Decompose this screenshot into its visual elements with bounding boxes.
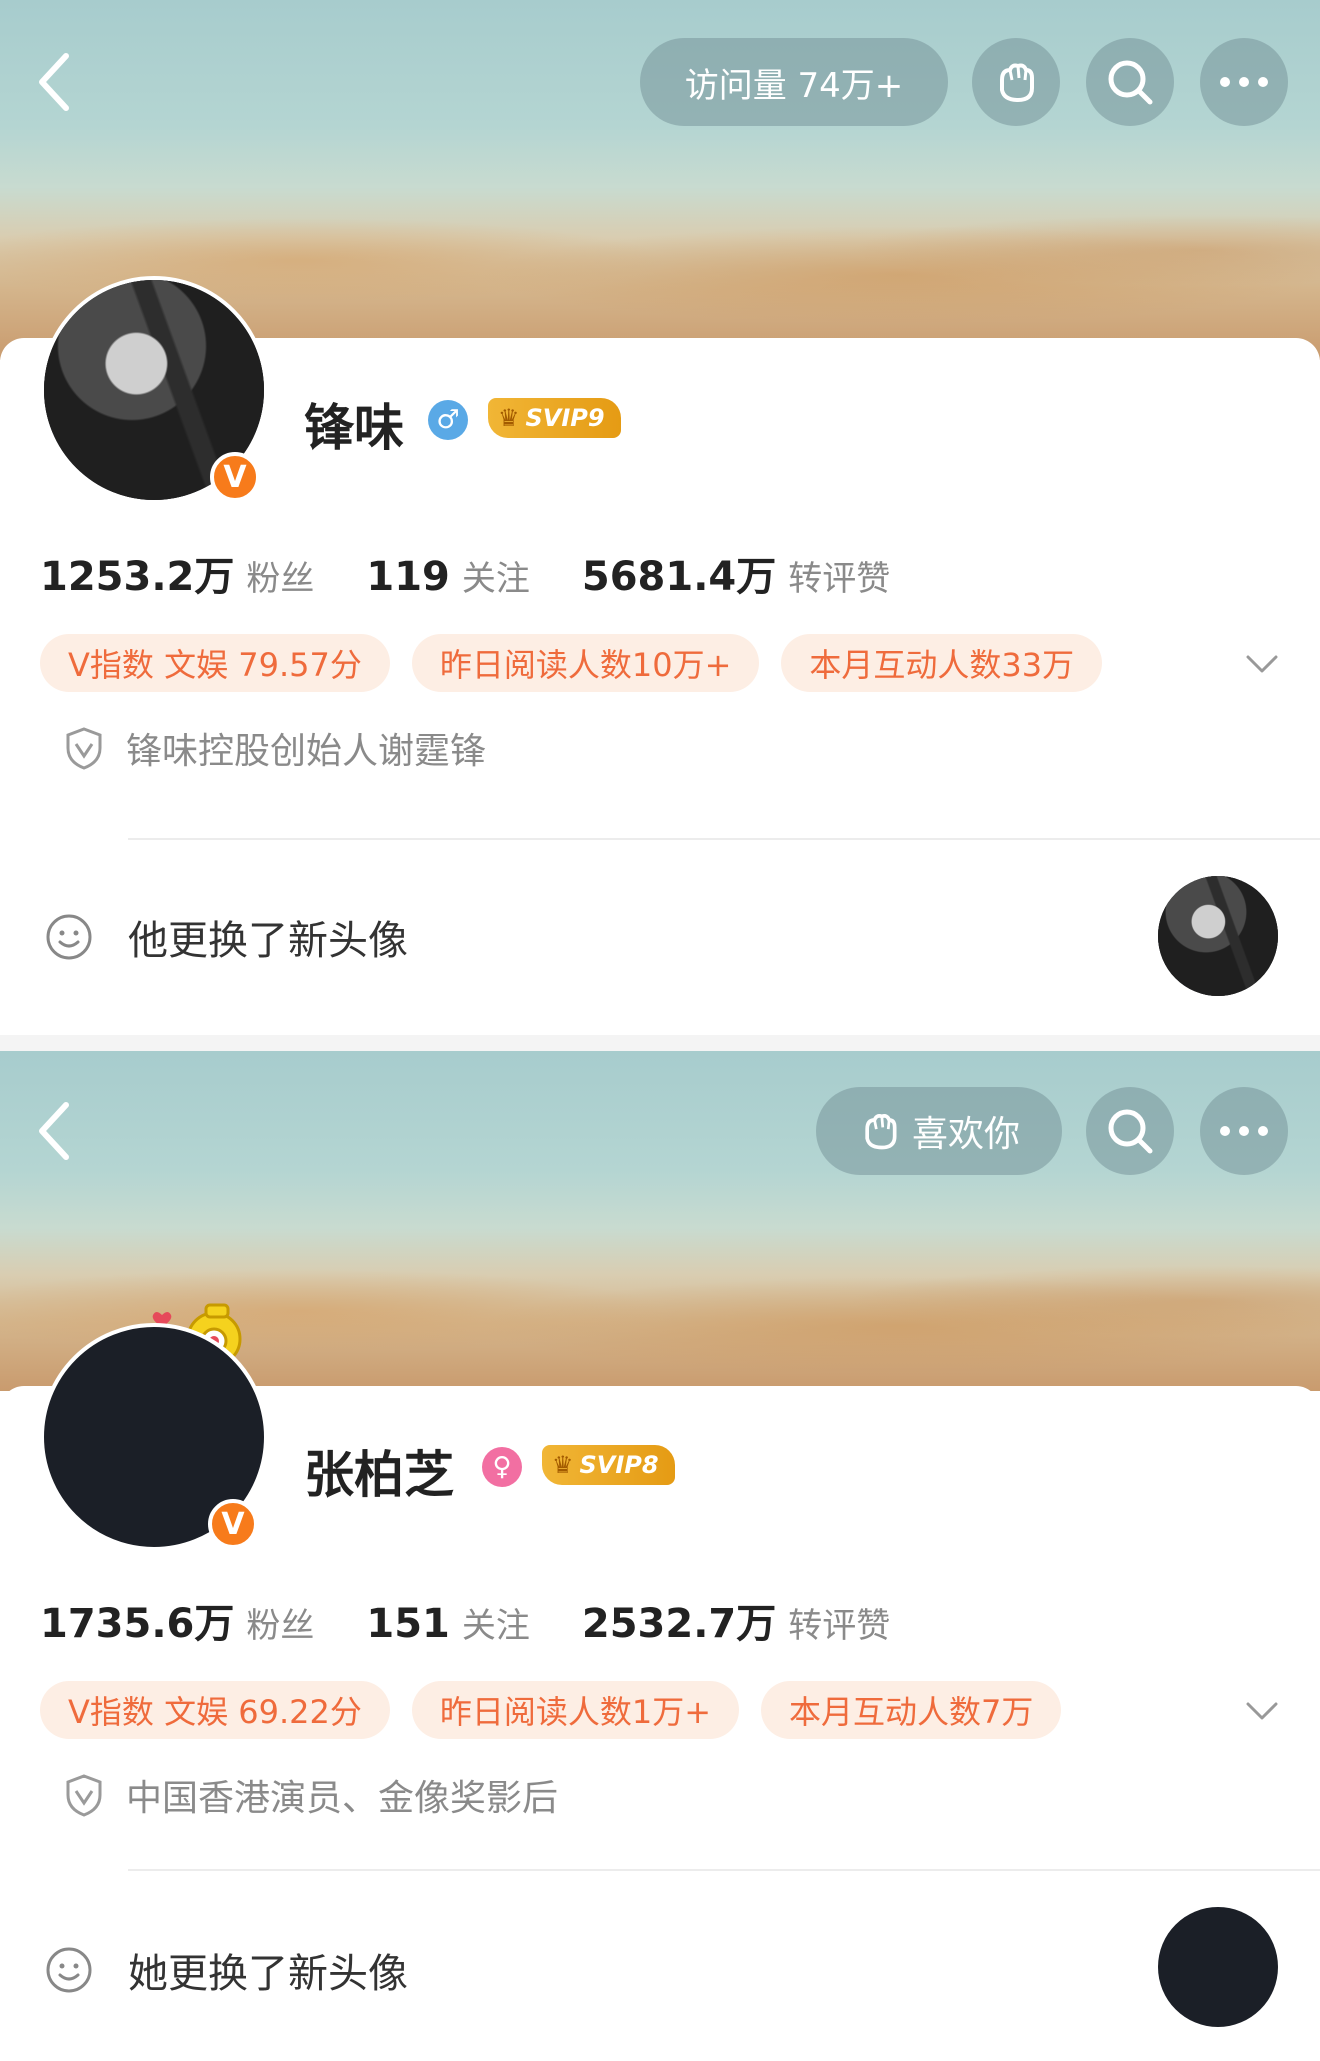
back-button[interactable] bbox=[34, 1101, 74, 1161]
male-icon: ♂ bbox=[428, 400, 468, 440]
tag-row: V指数 文娱 79.57分 昨日阅读人数10万+ 本月互动人数33万 bbox=[40, 634, 1124, 692]
interactions-count[interactable]: 5681.4万 bbox=[582, 544, 776, 602]
profile-screen-1: 访问量 74万+ V 锋味 ♂ ♛ SVIP9 1253.2万 粉丝 119 关… bbox=[0, 0, 1320, 1051]
verified-badge-icon: V bbox=[210, 452, 260, 502]
svip-badge[interactable]: ♛ SVIP8 bbox=[542, 1445, 675, 1485]
new-avatar-thumbnail[interactable] bbox=[1158, 876, 1278, 996]
more-dots-icon bbox=[1220, 1126, 1268, 1136]
verification-text: 中国香港演员、金像奖影后 bbox=[126, 1778, 559, 1819]
svip-badge[interactable]: ♛ SVIP9 bbox=[488, 398, 621, 438]
following-count[interactable]: 119 bbox=[366, 554, 450, 600]
fist-icon bbox=[1000, 63, 1034, 102]
tag-interactions[interactable]: 本月互动人数33万 bbox=[781, 634, 1103, 692]
tag-interactions[interactable]: 本月互动人数7万 bbox=[761, 1681, 1062, 1739]
profile-name: 张柏芝 bbox=[304, 1446, 454, 1504]
crown-icon: ♛ bbox=[552, 1451, 574, 1479]
tag-v-index[interactable]: V指数 文娱 79.57分 bbox=[40, 634, 390, 692]
visit-count-label: 访问量 74万+ bbox=[684, 65, 904, 106]
smiley-icon bbox=[46, 1947, 92, 1993]
interactions-count[interactable]: 2532.7万 bbox=[582, 1591, 776, 1649]
tag-readers[interactable]: 昨日阅读人数10万+ bbox=[411, 634, 760, 692]
following-label: 关注 bbox=[461, 559, 530, 599]
separator-band bbox=[0, 1035, 1320, 1051]
verification-info: 锋味控股创始人谢霆锋 bbox=[64, 722, 486, 774]
like-you-button[interactable]: 喜欢你 bbox=[816, 1087, 1062, 1175]
following-label: 关注 bbox=[461, 1606, 530, 1646]
interactions-label: 转评赞 bbox=[788, 1606, 891, 1646]
female-icon: ♀ bbox=[482, 1447, 522, 1487]
interactions-label: 转评赞 bbox=[788, 559, 891, 599]
divider bbox=[128, 838, 1320, 840]
stats-row: 1735.6万 粉丝 151 关注 2532.7万 转评赞 bbox=[40, 1591, 942, 1649]
new-avatar-thumbnail[interactable] bbox=[1158, 1907, 1278, 2027]
fans-count[interactable]: 1253.2万 bbox=[40, 544, 234, 602]
fist-icon bbox=[865, 1114, 897, 1150]
fans-count[interactable]: 1735.6万 bbox=[40, 1591, 234, 1649]
verified-badge-icon: V bbox=[208, 1499, 258, 1549]
thumbnail-photo bbox=[1158, 876, 1278, 996]
divider bbox=[128, 1869, 1320, 1871]
more-dots-icon bbox=[1220, 77, 1268, 87]
like-button[interactable] bbox=[972, 38, 1060, 126]
back-button[interactable] bbox=[34, 52, 74, 112]
search-button[interactable] bbox=[1086, 1087, 1174, 1175]
fans-label: 粉丝 bbox=[246, 559, 315, 599]
feed-text: 他更换了新头像 bbox=[128, 918, 408, 964]
tag-readers[interactable]: 昨日阅读人数1万+ bbox=[411, 1681, 740, 1739]
visit-count-button[interactable]: 访问量 74万+ bbox=[640, 38, 948, 126]
more-button[interactable] bbox=[1200, 1087, 1288, 1175]
crown-icon: ♛ bbox=[498, 404, 520, 432]
tag-row: V指数 文娱 69.22分 昨日阅读人数1万+ 本月互动人数7万 bbox=[40, 1681, 1083, 1739]
feed-item[interactable]: 他更换了新头像 bbox=[44, 908, 408, 966]
following-count[interactable]: 151 bbox=[366, 1601, 450, 1647]
feed-item[interactable]: 她更换了新头像 bbox=[44, 1941, 408, 1999]
profile-name: 锋味 bbox=[304, 399, 404, 457]
shield-icon bbox=[66, 727, 102, 770]
chevron-left-icon bbox=[39, 1102, 69, 1160]
tag-v-index[interactable]: V指数 文娱 69.22分 bbox=[40, 1681, 390, 1739]
search-icon bbox=[1108, 60, 1153, 105]
chevron-down-icon[interactable] bbox=[1244, 1693, 1280, 1729]
smiley-icon bbox=[46, 914, 92, 960]
more-button[interactable] bbox=[1200, 38, 1288, 126]
verification-info: 中国香港演员、金像奖影后 bbox=[64, 1769, 558, 1821]
profile-screen-2: 喜欢你 V 张柏芝 ♀ ♛ SVIP8 1735.6万 粉丝 151 关注 25… bbox=[0, 1051, 1320, 2061]
stats-row: 1253.2万 粉丝 119 关注 5681.4万 转评赞 bbox=[40, 544, 942, 602]
search-button[interactable] bbox=[1086, 38, 1174, 126]
fans-label: 粉丝 bbox=[246, 1606, 315, 1646]
shield-icon bbox=[66, 1774, 102, 1817]
like-you-label: 喜欢你 bbox=[911, 1114, 1020, 1155]
verification-text: 锋味控股创始人谢霆锋 bbox=[126, 731, 487, 772]
chevron-down-icon[interactable] bbox=[1244, 646, 1280, 682]
chevron-left-icon bbox=[39, 53, 69, 111]
search-icon bbox=[1108, 1109, 1153, 1154]
feed-text: 她更换了新头像 bbox=[128, 1951, 408, 1997]
